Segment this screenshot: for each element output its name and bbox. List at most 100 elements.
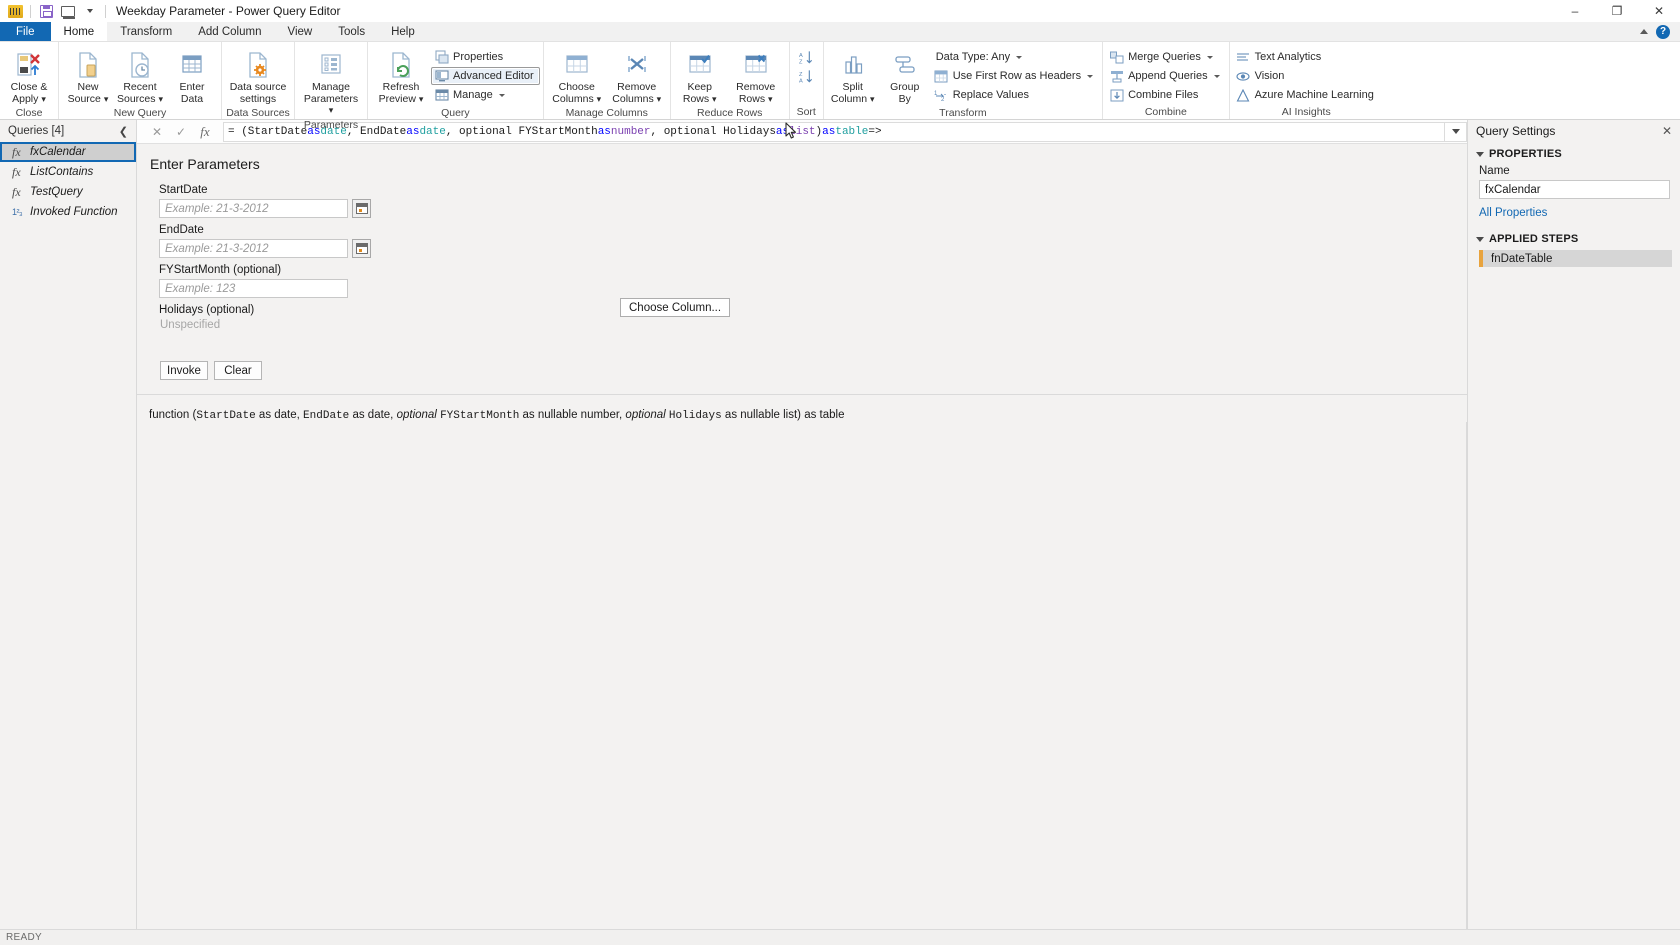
data-source-settings-label-line2: settings <box>239 92 277 105</box>
fystartmonth-input[interactable]: Example: 123 <box>159 279 348 298</box>
enddate-input[interactable]: Example: 21-3-2012 <box>159 239 348 258</box>
remove-columns-button[interactable]: Remove Columns ▾ <box>607 46 667 106</box>
customize-caret-icon[interactable] <box>79 1 101 21</box>
properties-icon <box>434 50 449 65</box>
query-name-input[interactable]: fxCalendar <box>1479 180 1670 199</box>
manage-button[interactable]: Manage <box>431 86 540 104</box>
text-analytics-button[interactable]: Text Analytics <box>1233 48 1380 66</box>
sort-descending-button[interactable]: ZA <box>795 67 818 85</box>
tab-file[interactable]: File <box>0 22 51 41</box>
name-label: Name <box>1479 165 1510 177</box>
formula-input[interactable]: = (StartDate as date, EndDate as date, o… <box>223 121 1445 142</box>
queries-pane: Queries [4] ❮ fx fxCalendar fx ListConta… <box>0 120 137 929</box>
applied-step-fndatetable[interactable]: fnDateTable <box>1479 250 1672 267</box>
tab-transform[interactable]: Transform <box>107 22 185 41</box>
tab-add-column[interactable]: Add Column <box>185 22 274 41</box>
function-icon: fx <box>12 164 21 179</box>
data-source-settings-icon <box>246 49 270 81</box>
remove-rows-label-line2: Rows <box>738 92 766 105</box>
query-item-testquery[interactable]: fx TestQuery <box>0 182 136 202</box>
data-type-button[interactable]: Data Type: Any <box>931 48 1099 66</box>
function-signature: function (StartDate as date, EndDate as … <box>149 409 845 422</box>
minimize-button[interactable]: – <box>1554 0 1596 22</box>
azure-machine-learning-button[interactable]: Azure Machine Learning <box>1233 86 1380 104</box>
group-by-button[interactable]: Group By <box>879 46 931 106</box>
group-by-label-line1: Group <box>890 81 920 93</box>
merge-queries-button[interactable]: Merge Queries <box>1106 48 1226 66</box>
close-icon[interactable]: ✕ <box>1662 124 1672 138</box>
advanced-editor-button[interactable]: Advanced Editor <box>431 67 540 85</box>
use-first-row-as-headers-button[interactable]: Use First Row as Headers <box>931 67 1099 85</box>
vision-label: Vision <box>1254 70 1285 82</box>
maximize-button[interactable]: ❐ <box>1596 0 1638 22</box>
enter-parameters-title: Enter Parameters <box>150 156 260 172</box>
combine-files-button[interactable]: Combine Files <box>1106 86 1226 104</box>
split-column-button[interactable]: Split Column ▾ <box>827 46 879 106</box>
manage-parameters-button[interactable]: Manage Parameters ▾ <box>298 46 364 118</box>
query-item-listcontains[interactable]: fx ListContains <box>0 162 136 182</box>
enddate-placeholder: Example: 21-3-2012 <box>165 242 269 255</box>
properties-label: Properties <box>453 51 504 63</box>
divider <box>30 4 31 18</box>
enter-data-icon <box>180 49 204 81</box>
append-queries-icon <box>1109 69 1124 84</box>
power-bi-icon <box>4 1 26 21</box>
sort-descending-icon: ZA <box>799 69 814 84</box>
properties-section-header[interactable]: PROPERTIES <box>1468 142 1680 163</box>
tab-view[interactable]: View <box>275 22 326 41</box>
keep-rows-button[interactable]: Keep Rows ▾ <box>674 46 726 106</box>
query-item-fxcalendar[interactable]: fx fxCalendar <box>0 142 136 162</box>
choose-column-button[interactable]: Choose Column... <box>620 298 731 317</box>
save-icon[interactable] <box>35 1 57 21</box>
formula-commit-button[interactable]: ✓ <box>169 122 193 142</box>
sort-ascending-button[interactable]: AZ <box>795 48 818 66</box>
startdate-row: Example: 21-3-2012 <box>159 199 1467 218</box>
data-source-settings-button[interactable]: Data source settings <box>225 46 291 106</box>
svg-text:2: 2 <box>941 97 945 102</box>
help-icon[interactable]: ? <box>1656 24 1670 39</box>
startdate-input[interactable]: Example: 21-3-2012 <box>159 199 348 218</box>
all-properties-link[interactable]: All Properties <box>1468 199 1680 219</box>
append-queries-button[interactable]: Append Queries <box>1106 67 1226 85</box>
tab-tools[interactable]: Tools <box>325 22 378 41</box>
status-bar: READY <box>0 929 1680 945</box>
new-source-button[interactable]: New Source ▾ <box>62 46 114 106</box>
recent-sources-button[interactable]: Recent Sources ▾ <box>114 46 166 106</box>
tab-help[interactable]: Help <box>378 22 428 41</box>
refresh-preview-button[interactable]: Refresh Preview ▾ <box>371 46 431 106</box>
canvas-empty-area <box>137 422 1467 929</box>
ribbon-group-query: Refresh Preview ▾ Properties Advanced Edi… <box>368 42 797 139</box>
ribbon-group-sort: AZ ZA Sort <box>790 42 824 119</box>
enter-parameters-panel: Enter Parameters StartDate Example: 21-3… <box>137 144 1467 395</box>
remove-rows-button[interactable]: Remove Rows ▾ <box>726 46 786 106</box>
ribbon-group-ai-insights: Text Analytics Vision Azure Machine Lear… <box>1230 42 1383 119</box>
collapse-ribbon-icon[interactable] <box>1640 29 1648 34</box>
close-button[interactable]: ✕ <box>1638 0 1680 22</box>
remove-columns-label-line2: Columns <box>612 92 654 105</box>
undo-icon[interactable] <box>57 1 79 21</box>
function-icon: fx <box>12 184 21 199</box>
startdate-datepicker-button[interactable] <box>352 199 371 218</box>
query-item-label: Invoked Function <box>30 206 118 218</box>
choose-columns-button[interactable]: Choose Columns ▾ <box>547 46 607 106</box>
close-and-apply-button[interactable]: Close & Apply ▾ <box>3 46 55 106</box>
chevron-left-icon[interactable]: ❮ <box>119 125 128 138</box>
invoke-button[interactable]: Invoke <box>160 361 208 380</box>
formula-expand-button[interactable] <box>1445 121 1467 142</box>
fx-icon[interactable]: fx <box>193 122 217 142</box>
clear-button[interactable]: Clear <box>214 361 262 380</box>
properties-button[interactable]: Properties <box>431 48 540 66</box>
query-item-invoked-function[interactable]: 1²₃ Invoked Function <box>0 202 136 222</box>
enddate-datepicker-button[interactable] <box>352 239 371 258</box>
replace-values-button[interactable]: 12 Replace Values <box>931 86 1099 104</box>
tab-home[interactable]: Home <box>50 22 108 41</box>
ribbon-group-label-query: Query <box>441 107 470 119</box>
main-body: Queries [4] ❮ fx fxCalendar fx ListConta… <box>0 120 1680 929</box>
holidays-value: Unspecified <box>160 319 221 331</box>
group-by-label-line2: By <box>898 92 911 105</box>
applied-steps-section-header[interactable]: APPLIED STEPS <box>1468 219 1680 248</box>
enter-data-button[interactable]: Enter Data <box>166 46 218 106</box>
vision-button[interactable]: Vision <box>1233 67 1380 85</box>
query-name-value: fxCalendar <box>1485 183 1541 196</box>
formula-cancel-button[interactable]: ✕ <box>145 122 169 142</box>
